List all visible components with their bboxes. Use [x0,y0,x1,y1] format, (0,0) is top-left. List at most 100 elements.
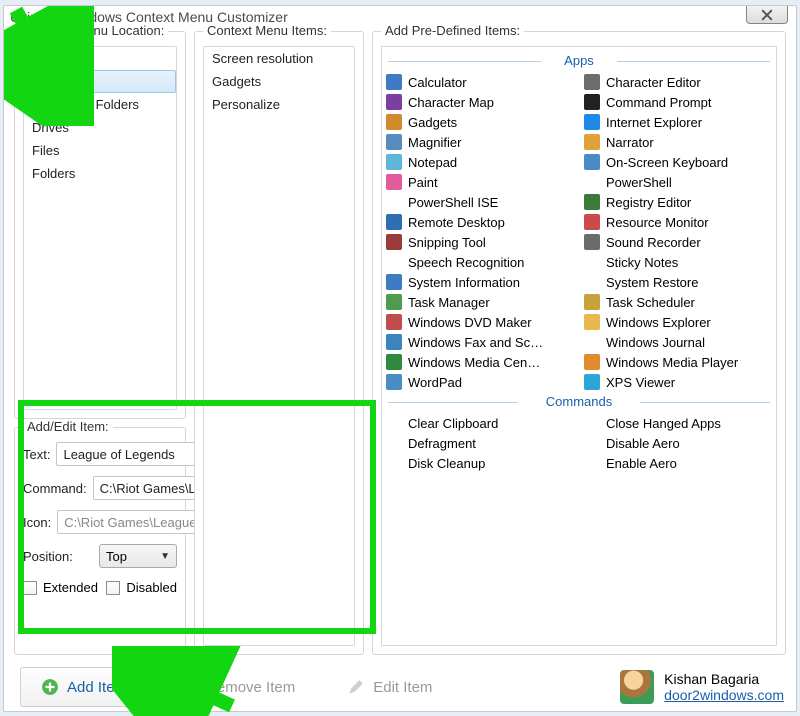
app-icon [584,334,600,350]
command-label: Defragment [408,436,476,451]
app-icon [584,354,600,370]
app-label: Snipping Tool [408,235,486,250]
app-icon [386,254,402,270]
position-value: Top [106,549,127,564]
predefined-app-item[interactable]: PowerShell ISE [384,192,576,212]
predefined-app-item[interactable]: Snipping Tool [384,232,576,252]
app-icon [584,134,600,150]
predefined-app-item[interactable]: Gadgets [384,112,576,132]
app-icon [386,354,402,370]
predefined-app-item[interactable]: Sound Recorder [582,232,774,252]
predefined-app-item[interactable]: Registry Editor [582,192,774,212]
menu-item[interactable]: Screen resolution [204,47,354,70]
predefined-command-item[interactable]: Close Hanged Apps [582,413,774,433]
app-icon [386,114,402,130]
credits: Kishan Bagaria door2windows.com [620,670,784,704]
app-icon [386,334,402,350]
predefined-items-group: Add Pre-Defined Items: Apps CalculatorCh… [372,31,786,655]
predefined-app-item[interactable]: Sticky Notes [582,252,774,272]
location-item[interactable]: Folders [24,162,176,185]
predefined-command-item[interactable]: Clear Clipboard [384,413,576,433]
command-icon [584,415,600,431]
predefined-command-item[interactable]: Disable Aero [582,433,774,453]
predefined-command-item[interactable]: Disk Cleanup [384,453,576,473]
app-icon [386,274,402,290]
predefined-app-item[interactable]: Windows Journal [582,332,774,352]
edit-item-button[interactable]: Edit Item [327,668,452,706]
apps-category-header: Apps [388,53,770,68]
app-label: Speech Recognition [408,255,524,270]
app-icon [584,74,600,90]
location-item[interactable]: Files [24,139,176,162]
close-button[interactable] [746,6,788,24]
add-item-button[interactable]: Add Item [20,667,148,707]
predefined-app-item[interactable]: System Restore [582,272,774,292]
app-icon [584,374,600,390]
app-icon [386,314,402,330]
app-label: WordPad [408,375,462,390]
location-item[interactable]: Desktop [24,70,176,93]
position-select[interactable]: Top ▼ [99,544,177,568]
app-icon [584,314,600,330]
predefined-app-item[interactable]: Narrator [582,132,774,152]
position-label: Position: [23,549,93,564]
location-item[interactable]: Drives [24,116,176,139]
command-icon [584,455,600,471]
author-avatar [620,670,654,704]
author-link[interactable]: door2windows.com [664,687,784,703]
predefined-app-item[interactable]: Remote Desktop [384,212,576,232]
app-icon [584,174,600,190]
app-icon [584,114,600,130]
location-item[interactable]: Desktop & Folders [24,93,176,116]
command-icon [386,455,402,471]
predefined-app-item[interactable]: Windows DVD Maker [384,312,576,332]
predefined-command-item[interactable]: Enable Aero [582,453,774,473]
app-icon [584,94,600,110]
predefined-app-item[interactable]: Character Editor [582,72,774,92]
app-label: PowerShell [606,175,672,190]
app-label: System Information [408,275,520,290]
predefined-app-item[interactable]: Windows Media Cen… [384,352,576,372]
predefined-app-item[interactable]: XPS Viewer [582,372,774,392]
remove-item-button[interactable]: Remove Item [160,668,315,706]
predefined-app-item[interactable]: Command Prompt [582,92,774,112]
predefined-app-item[interactable]: Calculator [384,72,576,92]
commands-category-header: Commands [388,394,770,409]
app-label: Registry Editor [606,195,691,210]
menu-item[interactable]: Personalize [204,93,354,116]
predefined-app-item[interactable]: Paint [384,172,576,192]
app-label: Remote Desktop [408,215,505,230]
predefined-app-item[interactable]: PowerShell [582,172,774,192]
disabled-checkbox[interactable]: Disabled [106,580,177,595]
predefined-app-item[interactable]: Internet Explorer [582,112,774,132]
app-label: Windows DVD Maker [408,315,532,330]
app-label: XPS Viewer [606,375,675,390]
predefined-app-item[interactable]: Speech Recognition [384,252,576,272]
predefined-app-item[interactable]: WordPad [384,372,576,392]
predefined-app-item[interactable]: On-Screen Keyboard [582,152,774,172]
predefined-app-item[interactable]: Task Manager [384,292,576,312]
predefined-app-item[interactable]: Windows Media Player [582,352,774,372]
predefined-app-item[interactable]: Task Scheduler [582,292,774,312]
menu-item[interactable]: Gadgets [204,70,354,93]
app-label: Windows Explorer [606,315,711,330]
app-label: Calculator [408,75,467,90]
predefined-app-item[interactable]: Notepad [384,152,576,172]
items-list[interactable]: Screen resolutionGadgetsPersonalize [203,46,355,646]
remove-icon [180,678,198,696]
app-icon [386,94,402,110]
predefined-command-item[interactable]: Defragment [384,433,576,453]
predefined-app-item[interactable]: Resource Monitor [582,212,774,232]
predefined-app-item[interactable]: Character Map [384,92,576,112]
extended-checkbox[interactable]: Extended [23,580,98,595]
predefined-list[interactable]: Apps Calculator Character Editor Character… [381,46,777,646]
predefined-app-item[interactable]: Windows Explorer [582,312,774,332]
predefined-app-item[interactable]: System Information [384,272,576,292]
predefined-app-item[interactable]: Magnifier [384,132,576,152]
command-label: Clear Clipboard [408,416,498,431]
app-icon [386,214,402,230]
predefined-app-item[interactable]: Windows Fax and Sc… [384,332,576,352]
app-label: Sound Recorder [606,235,701,250]
location-list[interactable]: ComputerDesktopDesktop & FoldersDrivesFi… [23,46,177,410]
location-item[interactable]: Computer [24,47,176,70]
